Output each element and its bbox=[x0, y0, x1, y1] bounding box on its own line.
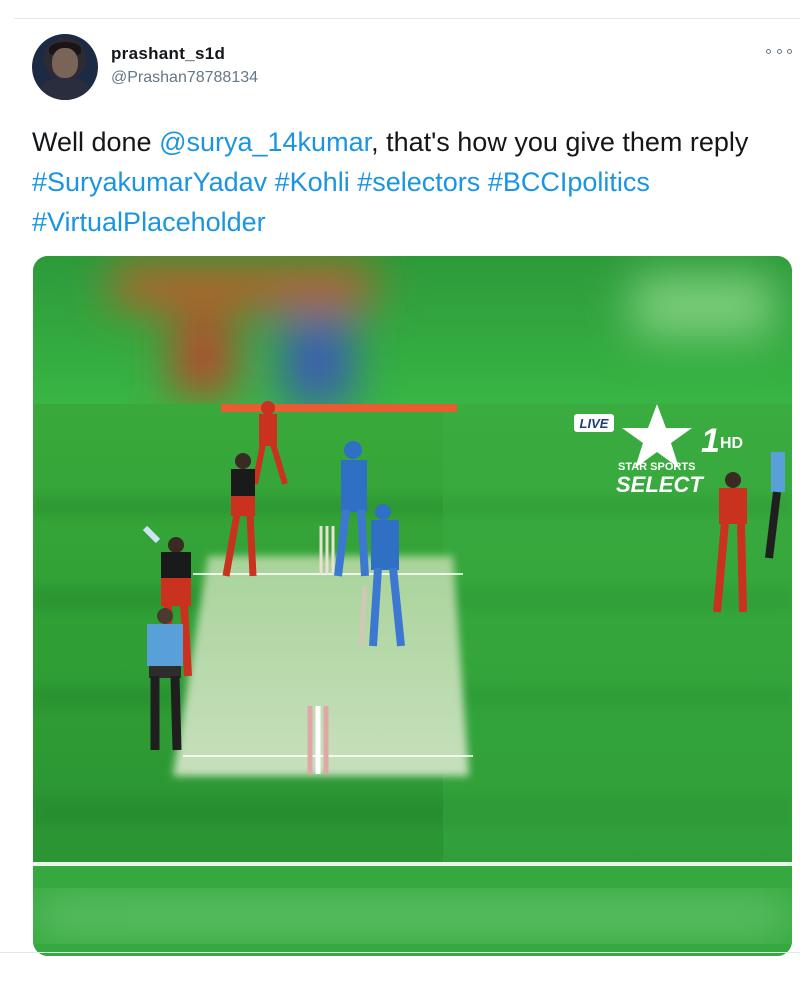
hashtag-link[interactable]: #SuryakumarYadav bbox=[32, 167, 267, 197]
live-badge: LIVE bbox=[580, 416, 609, 431]
avatar[interactable] bbox=[32, 34, 98, 100]
tweet-media-image[interactable]: LIVE 1 HD STAR SPORTS SELECT bbox=[33, 256, 792, 956]
more-options-icon[interactable] bbox=[766, 44, 792, 58]
channel-line2: SELECT bbox=[616, 472, 704, 497]
tweet-text: Well done @surya_14kumar, that's how you… bbox=[32, 122, 792, 242]
hashtag-link[interactable]: #BCCIpolitics bbox=[488, 167, 650, 197]
bottom-divider bbox=[0, 952, 800, 953]
hashtag-link[interactable]: #VirtualPlaceholder bbox=[32, 207, 266, 237]
channel-hd: HD bbox=[720, 435, 743, 452]
hashtag-link[interactable]: #selectors bbox=[357, 167, 480, 197]
hashtag-link[interactable]: #Kohli bbox=[275, 167, 350, 197]
top-divider bbox=[14, 18, 800, 19]
author-handle[interactable]: @Prashan78788134 bbox=[111, 69, 258, 87]
mention-link[interactable]: @surya_14kumar bbox=[159, 127, 371, 157]
channel-number: 1 bbox=[701, 422, 720, 460]
tweet-text-middle: , that's how you give them reply bbox=[371, 127, 749, 157]
tweet-text-prefix: Well done bbox=[32, 127, 160, 157]
author-display-name[interactable]: prashant_s1d bbox=[111, 44, 225, 64]
cricket-match-frame: LIVE 1 HD STAR SPORTS SELECT bbox=[33, 256, 792, 956]
